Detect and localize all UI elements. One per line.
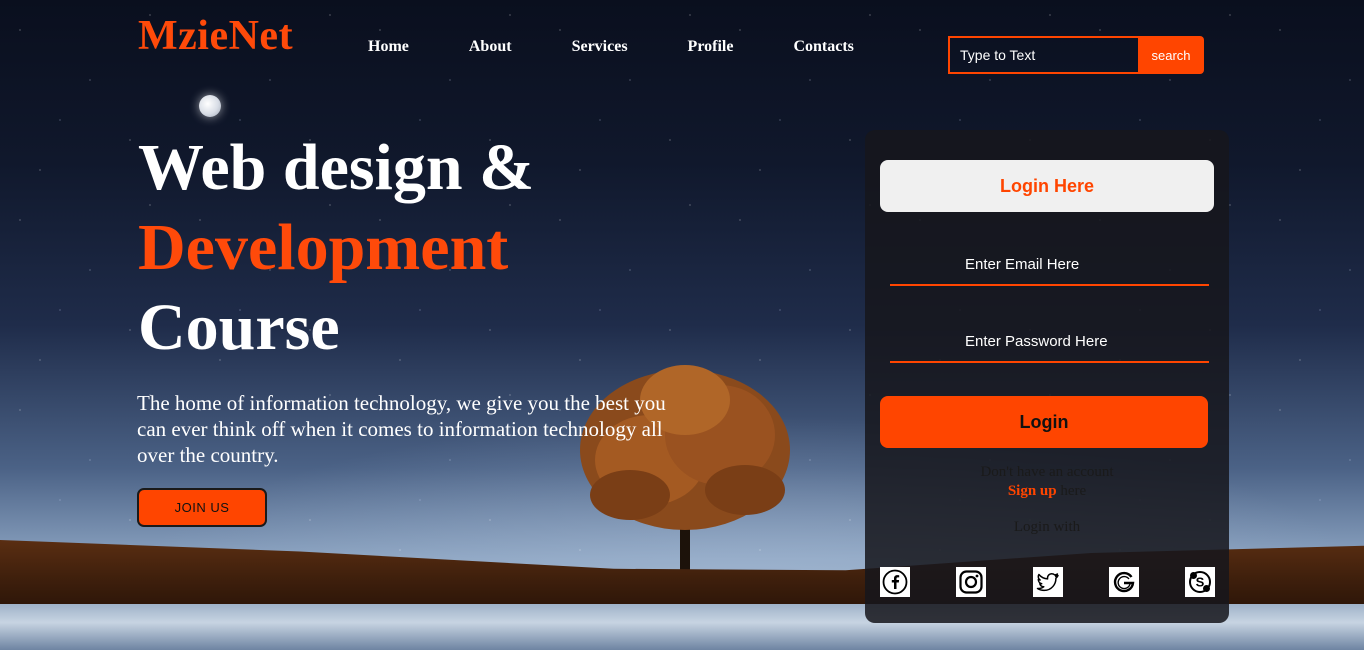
- login-with-label: Login with: [1013, 519, 1081, 535]
- instagram-icon[interactable]: [956, 567, 987, 597]
- no-account-text: Don't have an account: [980, 464, 1114, 480]
- nav-profile[interactable]: Profile: [688, 38, 734, 56]
- join-us-button[interactable]: JOIN US: [137, 488, 267, 527]
- moon-decoration: [199, 95, 221, 117]
- nav-home[interactable]: Home: [368, 38, 409, 56]
- signup-suffix: here: [1056, 483, 1087, 499]
- hero-line-3: Course: [138, 291, 340, 364]
- main-nav: Home About Services Profile Contacts: [368, 38, 914, 56]
- hero-description: The home of information technology, we g…: [137, 391, 666, 467]
- skype-icon[interactable]: S: [1185, 567, 1215, 597]
- svg-text:S: S: [1196, 575, 1205, 590]
- search-bar: search: [948, 36, 1204, 74]
- hero-line-1: Web design &: [138, 131, 535, 204]
- nav-services[interactable]: Services: [572, 38, 628, 56]
- google-icon[interactable]: [1108, 567, 1139, 597]
- nav-about[interactable]: About: [469, 38, 512, 56]
- email-field[interactable]: [890, 244, 1209, 286]
- login-title: Login Here: [880, 160, 1214, 212]
- login-button[interactable]: Login: [880, 396, 1208, 448]
- search-input[interactable]: [948, 36, 1138, 74]
- login-panel: Login Here Login Don't have an account S…: [865, 130, 1229, 623]
- password-field[interactable]: [890, 321, 1209, 363]
- twitter-icon[interactable]: [1032, 567, 1063, 597]
- site-logo[interactable]: MzieNet: [138, 12, 293, 60]
- search-button[interactable]: search: [1138, 36, 1204, 74]
- facebook-icon[interactable]: [880, 567, 910, 597]
- hero-line-2: Development: [138, 211, 509, 284]
- hero-heading: Web design & Development Course: [138, 128, 534, 368]
- signup-link[interactable]: Sign up: [1008, 483, 1057, 499]
- nav-contacts[interactable]: Contacts: [793, 38, 853, 56]
- social-login-row: S: [880, 567, 1215, 597]
- signup-prompt: Don't have an account Sign up here: [865, 463, 1229, 501]
